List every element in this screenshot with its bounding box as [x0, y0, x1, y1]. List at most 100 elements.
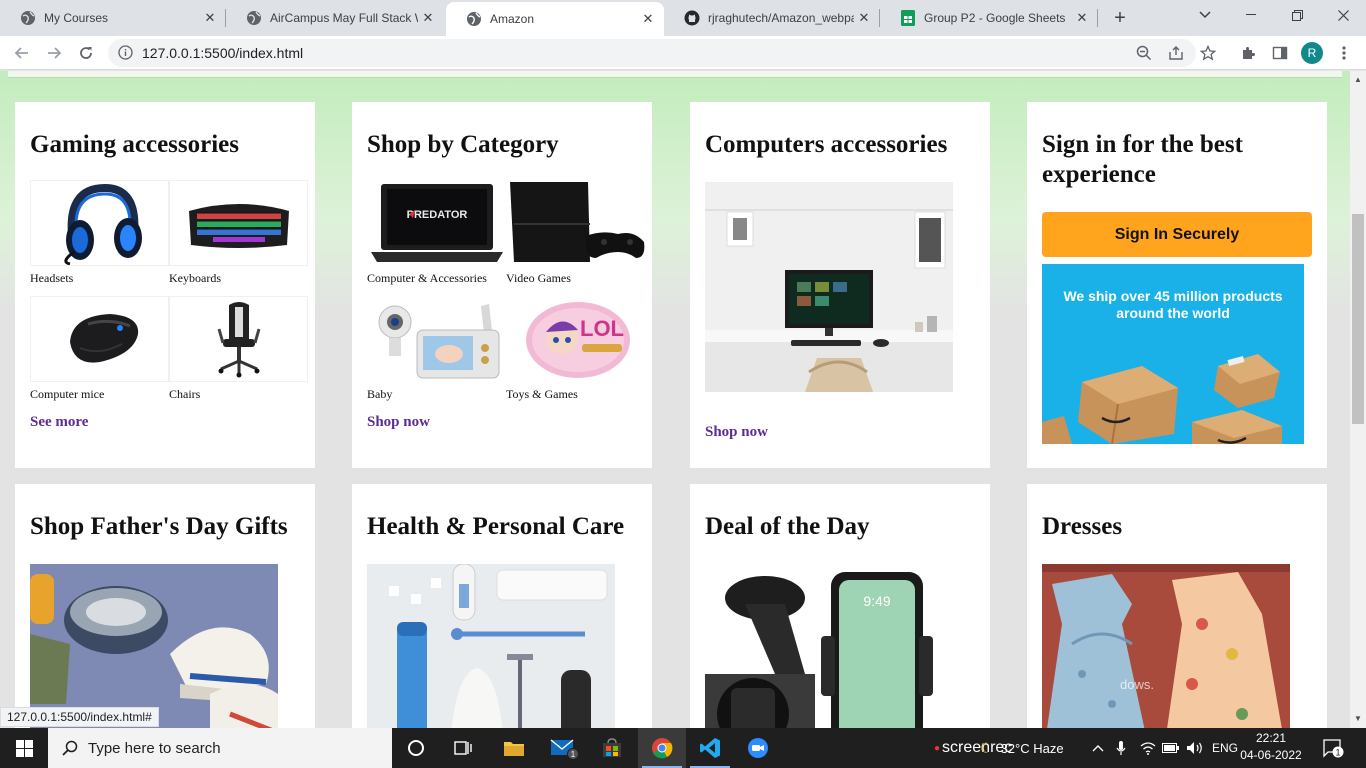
tab-google-sheets[interactable]: Group P2 - Google Sheets ✕: [880, 0, 1098, 36]
tab-amazon[interactable]: Amazon ✕: [446, 2, 664, 36]
card-shop-by-category: Shop by Category PREDATOR Computer & Acc…: [352, 102, 652, 468]
shipping-banner[interactable]: We ship over 45 million products around …: [1042, 264, 1304, 444]
grid-item-label: Computer mice: [30, 387, 105, 401]
minimize-button[interactable]: [1228, 0, 1274, 30]
grid-item-headsets[interactable]: Headsets: [30, 180, 169, 296]
page-scrollbar[interactable]: ▲ ▼: [1350, 71, 1366, 728]
card-title: Dresses: [1042, 513, 1123, 540]
scroll-thumb[interactable]: [1352, 214, 1364, 424]
microphone-icon[interactable]: [1116, 728, 1126, 768]
page-viewport: Gaming accessories Headsets Keyboards Co…: [0, 71, 1350, 728]
tab-title: rjraghutech/Amazon_webpage: [708, 11, 854, 25]
personal-care-image[interactable]: [367, 564, 615, 728]
svg-text:1: 1: [1335, 748, 1340, 758]
toy-ball-icon: LOL: [506, 296, 645, 382]
search-icon: [62, 740, 78, 756]
grid-item-chairs[interactable]: Chairs: [169, 296, 308, 412]
see-more-link[interactable]: See more: [30, 414, 88, 431]
card-gaming-accessories: Gaming accessories Headsets Keyboards Co…: [15, 102, 315, 468]
notification-center-icon[interactable]: 1: [1322, 728, 1344, 768]
globe-icon: [20, 10, 36, 26]
share-icon[interactable]: [1164, 41, 1188, 65]
reload-button[interactable]: [72, 39, 100, 67]
cortana-icon[interactable]: [392, 728, 440, 768]
grid-item-keyboards[interactable]: Keyboards: [169, 180, 308, 296]
weather-widget[interactable]: ☾ 32°C Haze: [980, 728, 1064, 768]
fathers-day-image[interactable]: [30, 564, 278, 728]
scroll-down-arrow-icon[interactable]: ▼: [1354, 714, 1362, 723]
forward-button[interactable]: [40, 39, 68, 67]
shop-now-link[interactable]: Shop now: [367, 414, 430, 431]
battery-icon[interactable]: [1162, 728, 1180, 768]
keyboard-icon: [169, 180, 308, 266]
mail-icon[interactable]: 1: [540, 728, 588, 768]
shipping-boxes-icon: [1042, 354, 1282, 444]
browser-toolbar: 127.0.0.1:5500/index.html R: [0, 36, 1366, 70]
card-deal-of-the-day: Deal of the Day 9:49: [690, 484, 990, 728]
tray-chevron-icon[interactable]: [1092, 728, 1104, 768]
restore-button[interactable]: [1274, 0, 1320, 30]
card-title: Shop Father's Day Gifts: [30, 513, 288, 540]
tab-aircampus[interactable]: AirCampus May Full Stack Web ✕: [226, 0, 444, 36]
sheets-icon: [900, 10, 916, 26]
start-button[interactable]: [0, 728, 48, 768]
dresses-image[interactable]: [1042, 564, 1290, 728]
globe-icon: [466, 11, 482, 27]
vscode-icon[interactable]: [686, 728, 734, 768]
desktop-computer-image[interactable]: [705, 182, 953, 392]
back-button[interactable]: [8, 39, 36, 67]
moon-haze-icon: ☾: [980, 739, 993, 756]
taskbar-search-box[interactable]: Type here to search: [48, 728, 392, 768]
card-title: Shop by Category: [367, 131, 559, 158]
file-explorer-icon[interactable]: [490, 728, 538, 768]
card-health-personal-care: Health & Personal Care: [352, 484, 652, 728]
chrome-icon[interactable]: [638, 728, 686, 768]
laptop-icon: PREDATOR: [367, 180, 506, 266]
grid-item-computer-mice[interactable]: Computer mice: [30, 296, 169, 412]
close-tab-icon[interactable]: ✕: [1072, 8, 1092, 28]
headset-icon: [30, 180, 169, 266]
tab-github[interactable]: rjraghutech/Amazon_webpage ✕: [664, 0, 880, 36]
zoom-icon[interactable]: [1132, 41, 1156, 65]
tab-search-chevron-icon[interactable]: [1182, 0, 1228, 30]
bookmark-star-icon[interactable]: [1196, 41, 1220, 65]
card-dresses: Dresses: [1027, 484, 1327, 728]
close-tab-icon[interactable]: ✕: [418, 8, 438, 28]
close-tab-icon[interactable]: ✕: [854, 8, 874, 28]
grid-item-label: Computer & Accessories: [367, 271, 487, 285]
close-tab-icon[interactable]: ✕: [200, 8, 220, 28]
windows-logo-icon: [15, 739, 33, 757]
extensions-icon[interactable]: [1236, 41, 1260, 65]
menu-kebab-icon[interactable]: [1332, 41, 1356, 65]
close-tab-icon[interactable]: ✕: [638, 9, 658, 29]
clock-date: 04-06-2022: [1240, 748, 1302, 762]
tab-my-courses[interactable]: My Courses ✕: [0, 0, 226, 36]
windows-taskbar: Type here to search 1 ● screenrec ☾ 32°C H…: [0, 728, 1366, 768]
address-bar[interactable]: 127.0.0.1:5500/index.html: [108, 39, 1196, 67]
card-title: Health & Personal Care: [367, 513, 625, 540]
zoom-app-icon[interactable]: [734, 728, 782, 768]
grid-item-baby[interactable]: Baby: [367, 296, 506, 412]
grid-item-computer-accessories[interactable]: PREDATOR Computer & Accessories: [367, 180, 506, 296]
close-window-button[interactable]: [1320, 0, 1366, 30]
volume-icon[interactable]: [1186, 728, 1204, 768]
grid-item-video-games[interactable]: Video Games: [506, 180, 645, 296]
phone-holder-image[interactable]: 9:49: [705, 564, 953, 728]
scroll-up-arrow-icon[interactable]: ▲: [1354, 75, 1362, 84]
link-status-bar: 127.0.0.1:5500/index.html#: [0, 707, 159, 727]
microsoft-store-icon[interactable]: [588, 728, 636, 768]
shop-now-link[interactable]: Shop now: [705, 424, 768, 441]
new-tab-button[interactable]: +: [1108, 6, 1132, 30]
task-view-icon[interactable]: [440, 728, 488, 768]
banner-text: We ship over 45 million products around …: [1063, 288, 1283, 321]
side-panel-icon[interactable]: [1268, 41, 1292, 65]
profile-avatar[interactable]: R: [1301, 42, 1323, 64]
chair-icon: [169, 296, 308, 382]
wifi-icon[interactable]: [1140, 728, 1156, 768]
tab-title: My Courses: [44, 11, 109, 25]
language-indicator[interactable]: ENG: [1212, 728, 1238, 768]
sign-in-securely-button[interactable]: Sign In Securely: [1042, 212, 1312, 257]
info-icon[interactable]: [118, 45, 133, 65]
clock[interactable]: 22:21 04-06-2022: [1236, 730, 1306, 764]
grid-item-toys-games[interactable]: LOL Toys & Games: [506, 296, 645, 412]
